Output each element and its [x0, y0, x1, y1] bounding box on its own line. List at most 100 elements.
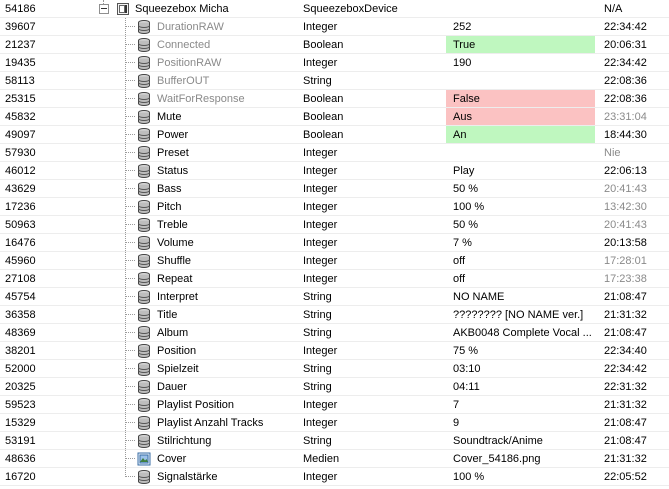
- object-timestamp: 22:05:52: [604, 471, 647, 483]
- tree-row[interactable]: 45754 Interpret String NO NAME 21:08:47: [0, 288, 669, 306]
- tree-row[interactable]: 52000 Spielzeit String 03:10 22:34:42: [0, 360, 669, 378]
- object-type: String: [303, 381, 332, 393]
- variable-icon: [138, 326, 150, 340]
- variable-icon: [138, 146, 150, 160]
- tree-row[interactable]: 48369 Album String AKB0048 Complete Vocal .…: [0, 324, 669, 342]
- device-icon: [117, 3, 129, 15]
- tree-row[interactable]: 39607 DurationRAW Integer 252 22:34:42: [0, 18, 669, 36]
- tree-row[interactable]: 16720 Signalstärke Integer 100 % 22:05:52: [0, 468, 669, 486]
- object-timestamp: 20:06:31: [604, 39, 647, 51]
- object-name: Volume: [157, 237, 194, 249]
- tree-row[interactable]: 36358 Title String ???????? [NO NAME ver.] 2…: [0, 306, 669, 324]
- object-timestamp: 22:34:42: [604, 21, 647, 33]
- tree-row[interactable]: 38201 Position Integer 75 % 22:34:40: [0, 342, 669, 360]
- object-name: Title: [157, 309, 178, 321]
- object-timestamp: 18:44:30: [604, 129, 647, 141]
- tree-row[interactable]: 20325 Dauer String 04:11 22:31:32: [0, 378, 669, 396]
- tree-row[interactable]: 45832 Mute Boolean Aus 23:31:04: [0, 108, 669, 126]
- variable-icon: [138, 128, 150, 142]
- object-name: Playlist Position: [157, 399, 235, 411]
- object-id: 54186: [5, 3, 36, 15]
- object-value: 75 %: [453, 345, 479, 357]
- object-timestamp: 22:06:13: [604, 165, 647, 177]
- tree-row[interactable]: 45960 Shuffle Integer off 17:28:01: [0, 252, 669, 270]
- object-value: AKB0048 Complete Vocal ...: [453, 327, 592, 339]
- object-timestamp: 20:41:43: [604, 219, 647, 231]
- object-type: Integer: [303, 57, 338, 69]
- object-name: Squeezebox Micha: [135, 3, 229, 15]
- object-value: [446, 0, 595, 17]
- tree-branch: [125, 224, 135, 225]
- tree-branch: [125, 80, 135, 81]
- object-type: Boolean: [303, 39, 344, 51]
- object-id: 39607: [5, 21, 36, 33]
- collapse-toggle-icon[interactable]: [99, 4, 109, 14]
- tree-row[interactable]: 27108 Repeat Integer off 17:23:38: [0, 270, 669, 288]
- object-timestamp: 22:34:42: [604, 57, 647, 69]
- object-id: 48369: [5, 327, 36, 339]
- object-id: 21237: [5, 39, 36, 51]
- tree-row[interactable]: 16476 Volume Integer 7 % 20:13:58: [0, 234, 669, 252]
- tree-row[interactable]: 57930 Preset Integer Nie: [0, 144, 669, 162]
- tree-row[interactable]: 21237 Connected Boolean True 20:06:31: [0, 36, 669, 54]
- object-value: ???????? [NO NAME ver.]: [453, 309, 584, 321]
- variable-icon: [138, 92, 150, 106]
- tree-branch: [125, 134, 135, 135]
- tree-row[interactable]: 48636 Cover Medien Cover_54186.png 21:31:32: [0, 450, 669, 468]
- tree-row[interactable]: 43629 Bass Integer 50 % 20:41:43: [0, 180, 669, 198]
- tree-branch: [125, 44, 135, 45]
- object-name: Signalstärke: [157, 471, 218, 483]
- object-name: Interpret: [157, 291, 198, 303]
- object-id: 57930: [5, 147, 36, 159]
- tree-row[interactable]: 58113 BufferOUT String 22:08:36: [0, 72, 669, 90]
- object-id: 46012: [5, 165, 36, 177]
- object-type: Integer: [303, 345, 338, 357]
- object-name: Dauer: [157, 381, 187, 393]
- tree-row[interactable]: 17236 Pitch Integer 100 % 13:42:30: [0, 198, 669, 216]
- object-timestamp: 17:23:38: [604, 273, 647, 285]
- tree-branch: [125, 206, 135, 207]
- tree-row[interactable]: 49097 Power Boolean An 18:44:30: [0, 126, 669, 144]
- tree-row[interactable]: 59523 Playlist Position Integer 7 21:31:32: [0, 396, 669, 414]
- object-value: off: [453, 273, 466, 285]
- tree-row[interactable]: 53191 Stilrichtung String Soundtrack/Anime 2…: [0, 432, 669, 450]
- variable-icon: [138, 416, 150, 430]
- variable-icon: [138, 218, 150, 232]
- object-id: 16720: [5, 471, 36, 483]
- tree-branch: [125, 170, 135, 171]
- tree-row-parent[interactable]: 54186 Squeezebox Micha SqueezeboxDevice …: [0, 0, 669, 18]
- object-type: String: [303, 309, 332, 321]
- tree-branch: [125, 422, 135, 423]
- object-value: Aus: [446, 108, 595, 125]
- object-value: 04:11: [453, 381, 480, 393]
- object-type: String: [303, 363, 332, 375]
- tree-row[interactable]: 46012 Status Integer Play 22:06:13: [0, 162, 669, 180]
- tree-branch: [125, 296, 135, 297]
- object-id: 45832: [5, 111, 36, 123]
- variable-icon: [138, 272, 150, 286]
- variable-icon: [138, 398, 150, 412]
- object-name: Spielzeit: [157, 363, 199, 375]
- object-type: Integer: [303, 273, 338, 285]
- tree-row[interactable]: 50963 Treble Integer 50 % 20:41:43: [0, 216, 669, 234]
- object-timestamp: 22:08:36: [604, 93, 647, 105]
- object-name: BufferOUT: [157, 75, 210, 87]
- object-id: 43629: [5, 183, 36, 195]
- object-timestamp: 21:31:32: [604, 309, 647, 321]
- object-value: Cover_54186.png: [453, 453, 541, 465]
- object-value: An: [446, 126, 595, 143]
- tree-row[interactable]: 15329 Playlist Anzahl Tracks Integer 9 21:08…: [0, 414, 669, 432]
- object-timestamp: 17:28:01: [604, 255, 647, 267]
- object-name: Stilrichtung: [157, 435, 212, 447]
- object-timestamp: 23:31:04: [604, 111, 647, 123]
- object-name: Connected: [157, 39, 211, 51]
- tree-branch: [125, 440, 135, 441]
- variable-icon: [138, 254, 150, 268]
- object-id: 25315: [5, 93, 36, 105]
- tree-row[interactable]: 19435 PositionRAW Integer 190 22:34:42: [0, 54, 669, 72]
- tree-row[interactable]: 25315 WaitForResponse Boolean False 22:08:36: [0, 90, 669, 108]
- tree-branch: [125, 314, 135, 315]
- variable-icon: [138, 470, 150, 484]
- object-timestamp: 22:34:42: [604, 363, 647, 375]
- object-id: 27108: [5, 273, 36, 285]
